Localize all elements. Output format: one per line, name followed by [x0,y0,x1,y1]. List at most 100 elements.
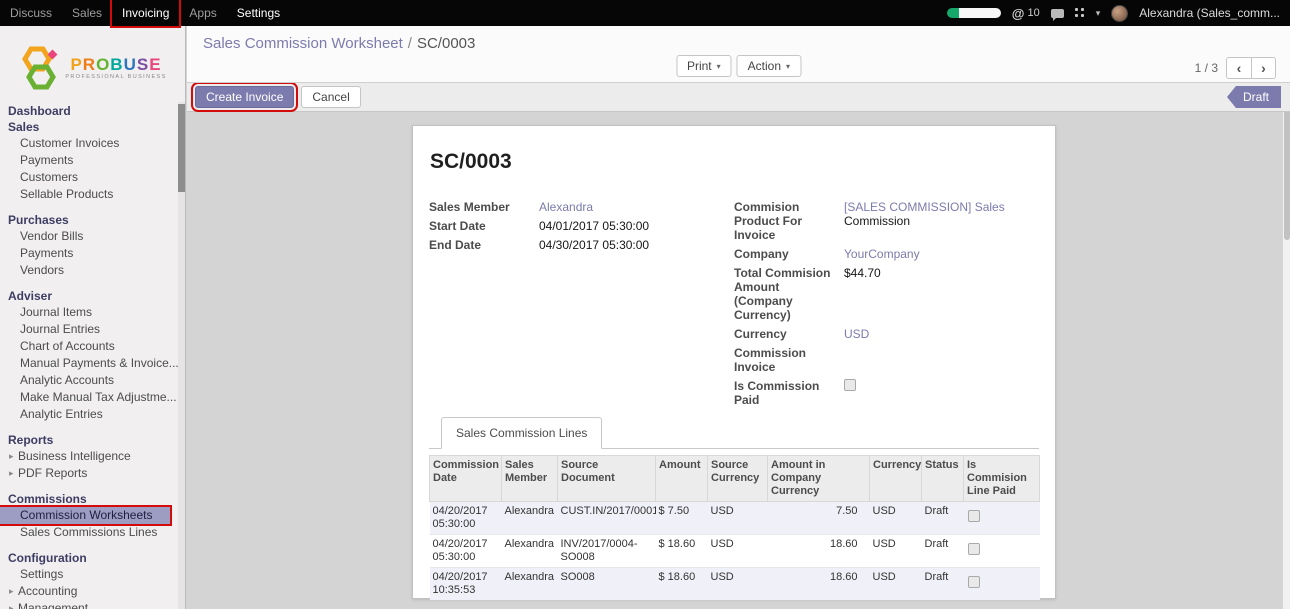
sidebar-item-manual-tax-adjustment[interactable]: Make Manual Tax Adjustme... [0,389,185,406]
apps-grid-icon[interactable] [1075,8,1085,18]
sidebar-item-customer-invoices[interactable]: Customer Invoices [0,135,185,152]
commission-product-value[interactable]: [SALES COMMISSION] Sales Commission [844,200,1039,242]
sidebar-item-label: Customer Invoices [20,135,119,152]
sidebar-item-label: Sales Commissions Lines [20,524,157,541]
currency-value-link[interactable]: USD [844,327,869,341]
col-header-source-document[interactable]: Source Document [558,456,656,502]
sidebar-item-label: Payments [20,152,73,169]
sidebar-item-manual-payments[interactable]: Manual Payments & Invoice... [0,355,185,372]
col-header-amount[interactable]: Amount [656,456,708,502]
cell-src-currency: USD [708,568,768,601]
topmenu-settings[interactable]: Settings [227,0,290,26]
sidebar-item-business-intelligence[interactable]: ▸Business Intelligence [0,448,185,465]
table-row[interactable]: 04/20/2017 10:35:53 Alexandra SO008 $ 18… [430,568,1040,601]
sidebar-section-purchases[interactable]: Purchases [0,213,185,228]
main-scrollbar[interactable] [1282,26,1290,609]
pager-previous-button[interactable]: ‹ [1226,57,1251,79]
sidebar-item-journal-items[interactable]: Journal Items [0,304,185,321]
chevron-down-icon[interactable]: ▾ [1096,8,1101,19]
cancel-button[interactable]: Cancel [301,86,360,108]
table-row[interactable]: 04/20/2017 05:30:00 Alexandra CUST.IN/20… [430,502,1040,535]
sidebar-section-sales[interactable]: Sales [0,120,185,135]
sidebar-item-analytic-accounts[interactable]: Analytic Accounts [0,372,185,389]
table-row[interactable]: 04/20/2017 05:30:00 Alexandra INV/2017/0… [430,535,1040,568]
expand-arrow-icon: ▸ [9,600,18,609]
sidebar-item-accounting[interactable]: ▸Accounting [0,583,185,600]
cell-currency: USD [870,502,922,535]
print-dropdown-button[interactable]: Print ▾ [676,55,732,77]
sidebar-item-analytic-entries[interactable]: Analytic Entries [0,406,185,423]
avatar[interactable] [1111,5,1128,22]
cell-member: Alexandra [502,535,558,568]
field-label-currency: Currency [734,327,844,341]
user-menu[interactable]: Alexandra (Sales_comm... [1139,6,1280,20]
cell-doc: SO008 [558,568,656,601]
topmenu-discuss[interactable]: Discuss [0,0,62,26]
status-badge-draft[interactable]: Draft [1227,86,1281,108]
notebook: Sales Commission Lines Commission Date S… [429,417,1039,609]
cell-line-paid [964,535,1040,568]
sidebar-item-vendor-bills[interactable]: Vendor Bills [0,228,185,245]
sidebar-item-payments-purchases[interactable]: Payments [0,245,185,262]
is-commission-paid-checkbox[interactable] [844,379,856,391]
breadcrumb-parent-link[interactable]: Sales Commission Worksheet [203,35,403,52]
sidebar-item-label: Analytic Accounts [20,372,114,389]
topmenu-sales[interactable]: Sales [62,0,112,26]
sidebar-item-vendors[interactable]: Vendors [0,262,185,279]
sidebar-scrollbar[interactable] [178,102,185,609]
action-dropdown-button[interactable]: Action ▾ [737,55,801,77]
cell-doc: INV/2017/0004-SO008 [558,535,656,568]
main-scrollbar-thumb[interactable] [1284,90,1290,240]
sidebar-section-adviser[interactable]: Adviser [0,289,185,304]
sidebar-item-label: Vendors [20,262,64,279]
expand-arrow-icon: ▸ [9,583,18,600]
sidebar-item-commission-worksheets[interactable]: Commission Worksheets [0,507,170,524]
line-paid-checkbox[interactable] [968,576,980,588]
activities-button[interactable]: @ 10 [1012,6,1040,21]
tab-sales-commission-lines[interactable]: Sales Commission Lines [441,417,602,449]
create-invoice-button[interactable]: Create Invoice [195,86,294,108]
topmenu-invoicing[interactable]: Invoicing [112,0,179,26]
line-paid-checkbox[interactable] [968,510,980,522]
cell-status: Draft [922,535,964,568]
sidebar-item-chart-of-accounts[interactable]: Chart of Accounts [0,338,185,355]
col-header-is-commission-line-paid[interactable]: Is Commision Line Paid [964,456,1040,502]
line-paid-checkbox[interactable] [968,543,980,555]
control-panel-buttons: Print ▾ Action ▾ [676,55,801,77]
sidebar-item-sales-commissions-lines[interactable]: Sales Commissions Lines [0,524,185,541]
sidebar-scrollbar-thumb[interactable] [178,104,185,192]
col-header-currency[interactable]: Currency [870,456,922,502]
col-header-status[interactable]: Status [922,456,964,502]
progress-pill-icon[interactable] [947,8,1001,18]
sidebar-item-label: Business Intelligence [18,448,131,465]
sidebar-item-sellable-products[interactable]: Sellable Products [0,186,185,203]
messages-icon[interactable] [1051,9,1064,18]
chevron-down-icon: ▾ [786,62,790,71]
sidebar-item-journal-entries[interactable]: Journal Entries [0,321,185,338]
topmenu-apps[interactable]: Apps [179,0,226,26]
col-header-commission-date[interactable]: Commission Date [430,456,502,502]
sidebar-item-management[interactable]: ▸Management [0,600,185,609]
sidebar-item-customers[interactable]: Customers [0,169,185,186]
cell-status: Draft [922,502,964,535]
col-header-amount-company-currency[interactable]: Amount in Company Currency [768,456,870,502]
col-header-source-currency[interactable]: Source Currency [708,456,768,502]
cell-date: 04/20/2017 10:35:53 [430,568,502,601]
sidebar-section-commissions[interactable]: Commissions [0,492,185,507]
action-label: Action [748,59,781,73]
sidebar-item-payments-sales[interactable]: Payments [0,152,185,169]
company-value-link[interactable]: YourCompany [844,247,920,261]
commission-product-link[interactable]: [SALES COMMISSION] Sales [844,200,1005,214]
start-date-value[interactable]: 04/01/2017 05:30:00 [539,219,734,233]
sales-member-value-link[interactable]: Alexandra [539,200,593,214]
sidebar-item-pdf-reports[interactable]: ▸PDF Reports [0,465,185,482]
sidebar-section-configuration[interactable]: Configuration [0,551,185,566]
sidebar-item-settings[interactable]: Settings [0,566,185,583]
commission-invoice-value[interactable] [844,346,1039,374]
col-header-sales-member[interactable]: Sales Member [502,456,558,502]
pager-next-button[interactable]: › [1251,57,1276,79]
end-date-value[interactable]: 04/30/2017 05:30:00 [539,238,734,252]
sidebar-section-reports[interactable]: Reports [0,433,185,448]
sidebar-section-dashboard[interactable]: Dashboard [0,104,185,119]
field-label-company: Company [734,247,844,261]
